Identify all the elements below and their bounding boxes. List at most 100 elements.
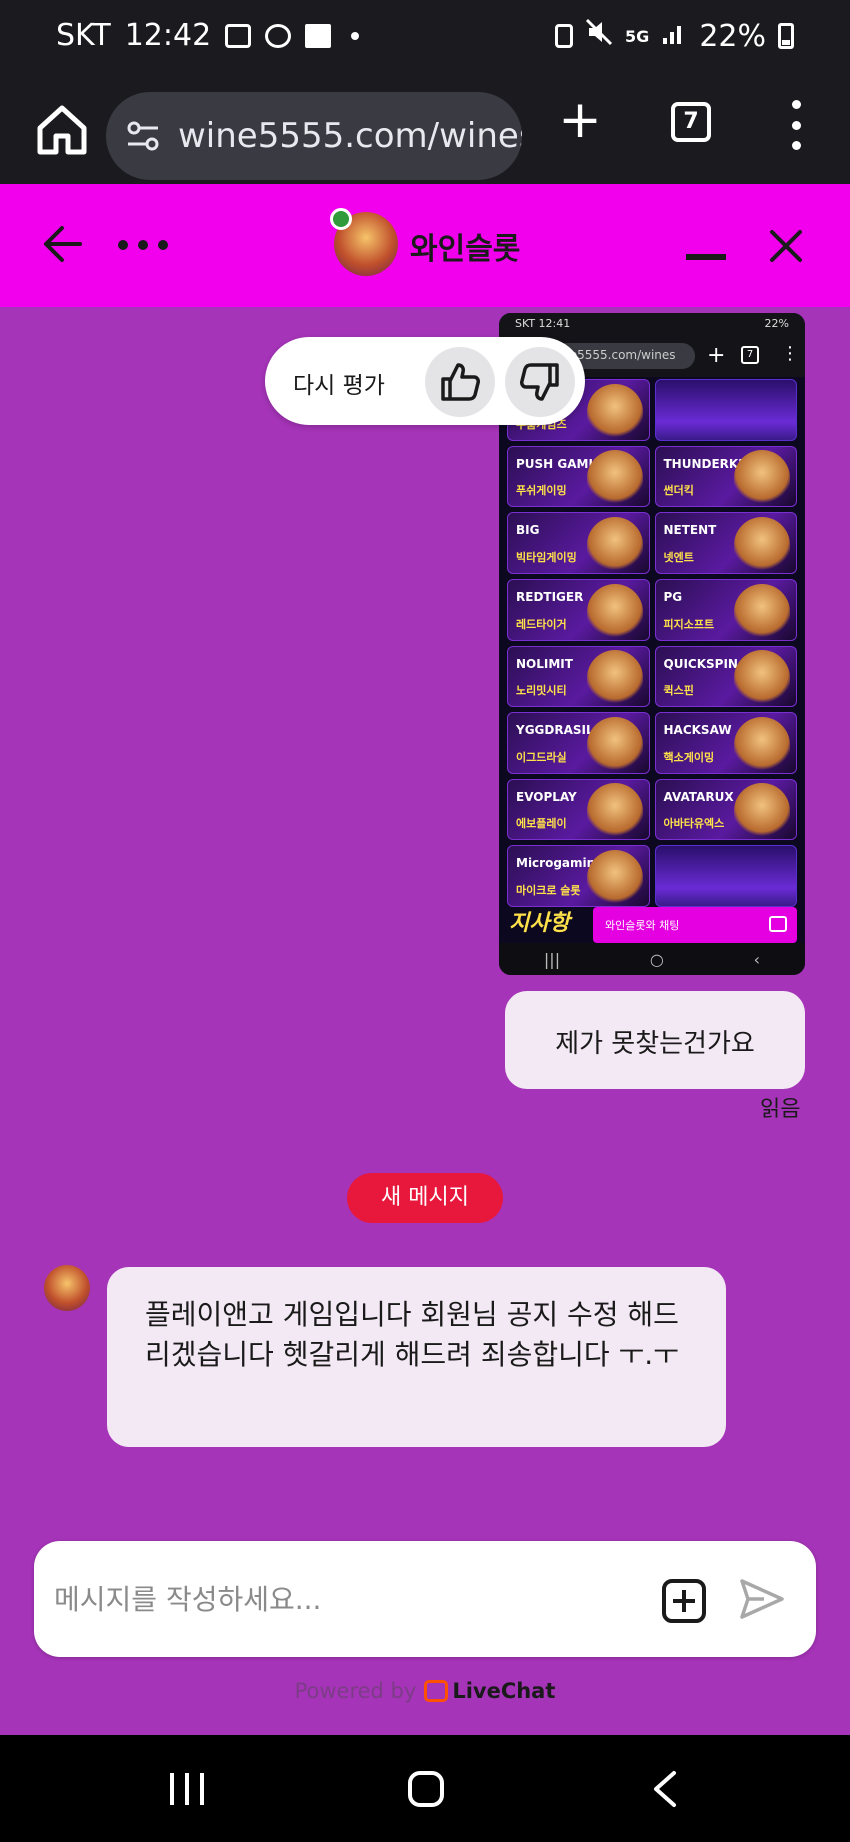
powered-by-footer[interactable]: Powered by LiveChat [0,1679,850,1703]
browser-toolbar: wine5555.com/wines + 7 [0,76,850,184]
provider-character [734,450,790,507]
image-status-battery: 22% [764,317,789,330]
thumbs-up-icon[interactable] [425,347,495,417]
site-settings-icon[interactable] [126,120,160,152]
provider-name: 푸쉬게이밍 [516,484,567,498]
close-icon[interactable] [766,226,806,266]
signal-icon [661,19,687,54]
back-arrow-icon[interactable] [40,222,84,266]
provider-tile [654,845,797,907]
rating-prompt: 다시 평가 [265,337,585,425]
provider-logo: REDTIGER [516,589,584,604]
provider-name: 에보플레이 [516,817,567,831]
tab-switcher-icon[interactable]: 7 [671,102,711,142]
powered-by-label: Powered by [294,1679,417,1703]
message-composer [34,1541,816,1657]
agent-name: 와인슬롯 [410,232,521,267]
provider-character [734,716,790,773]
more-notifications-icon [351,31,360,40]
thumbs-down-icon[interactable] [505,347,575,417]
chat-header: 와인슬롯 [0,184,850,307]
provider-character [734,516,790,573]
livechat-logo-icon [424,1680,449,1702]
provider-name: 퀵스핀 [663,684,694,698]
image-status-time: SKT 12:41 [515,317,571,330]
status-bar: SKT 12:42 5G 22% [0,0,850,76]
new-messages-divider: 새 메시지 [347,1173,503,1223]
provider-name: 마이크로 슬롯 [516,884,581,897]
read-receipt: 읽음 [760,1097,801,1122]
mute-icon [585,18,613,54]
provider-character [734,583,790,640]
provider-logo: PG [663,589,683,604]
provider-character [586,383,643,440]
more-options-icon[interactable] [118,238,168,252]
provider-character [586,650,643,707]
provider-character [586,850,643,906]
battery-percent: 22% [699,18,766,54]
provider-tile: HACKSAW 핵소게이밍 [654,712,797,774]
provider-logo: BIG [516,523,540,538]
provider-tile: BIG 빅타임게이밍 [507,512,650,574]
provider-logo: QUICKSPIN [663,656,738,671]
provider-tile: QUICKSPIN 퀵스핀 [654,645,797,708]
provider-character [586,583,643,640]
provider-character [734,783,790,840]
provider-tile: YGGDRASIL 이그드라실 [507,712,650,774]
provider-logo: YGGDRASIL [516,723,594,738]
minimize-icon[interactable] [686,254,726,260]
provider-logo: NOLIMIT [516,656,573,671]
overflow-menu-icon[interactable] [780,100,812,150]
livechat-brand: LiveChat [452,1679,556,1703]
rating-label: 다시 평가 [293,373,385,399]
carrier-label: SKT [56,18,111,53]
provider-logo: HACKSAW [663,723,732,738]
provider-logo: NETENT [663,523,717,538]
add-attachment-icon[interactable] [662,1579,706,1623]
provider-name: 빅타임게이밍 [516,550,577,564]
image-notice-text: 지사항 [509,911,570,936]
chat-messages-area[interactable]: SKT 12:41 22% wine5555.com/wines + 7 ⋮ 우… [0,307,850,1735]
address-bar[interactable]: wine5555.com/wines [106,92,522,180]
provider-name: 썬더킥 [663,484,694,498]
provider-name: 아바타유엑스 [663,817,725,831]
provider-tile: PUSH GAMING 푸쉬게이밍 [507,445,650,508]
battery-icon [778,23,794,49]
battery-saver-icon [555,24,574,48]
image-status-bar: SKT 12:41 22% [499,313,805,337]
provider-tile: Microgaming 마이크로 슬롯 [507,845,650,907]
image-chat-label: 와인슬롯와 채팅 [605,919,680,932]
b-app-notification-icon [305,23,332,48]
provider-name: 노리밋시티 [516,684,567,698]
status-bar-left: SKT 12:42 [56,18,360,53]
system-navigation-bar [0,1735,850,1842]
image-chat-icon [769,916,787,932]
image-recents-icon: ||| [543,949,561,969]
home-button-icon[interactable] [408,1771,444,1807]
recent-apps-icon[interactable] [170,1773,204,1805]
image-home-icon: ○ [649,949,664,969]
provider-name: 레드타이거 [516,617,567,631]
clock: 12:42 [124,18,212,53]
image-nav-bar: ||| ○ ‹ [499,943,805,975]
user-message-bubble: 제가 못찾는건가요 [505,991,805,1089]
provider-character [586,783,643,840]
send-icon[interactable] [738,1577,786,1621]
provider-tile: NOLIMIT 노리밋시티 [507,645,650,708]
image-back-icon: ‹ [753,949,761,969]
provider-character [586,516,643,573]
new-tab-icon[interactable]: + [556,94,604,146]
provider-grid: 우훔게임즈PUSH GAMING푸쉬게이밍THUNDERKICK썬더킥BIG빅타… [507,379,797,907]
agent-message-bubble: 플레이앤고 게임입니다 회원님 공지 수정 해드리겠습니다 헷갈리게 해드려 죄… [107,1267,726,1447]
provider-tile: PG 피지소프트 [654,578,797,641]
provider-tile: NETENT 넷엔트 [654,512,797,574]
provider-character [734,650,790,707]
image-menu-icon: ⋮ [781,343,799,364]
image-chat-bar: 와인슬롯와 채팅 [593,907,797,943]
message-input[interactable] [54,1575,634,1623]
provider-tile [654,379,797,441]
home-icon[interactable] [28,96,96,164]
image-plus-icon: + [707,343,726,368]
provider-name: 넷엔트 [663,550,694,564]
back-chevron-icon[interactable] [650,1769,680,1809]
